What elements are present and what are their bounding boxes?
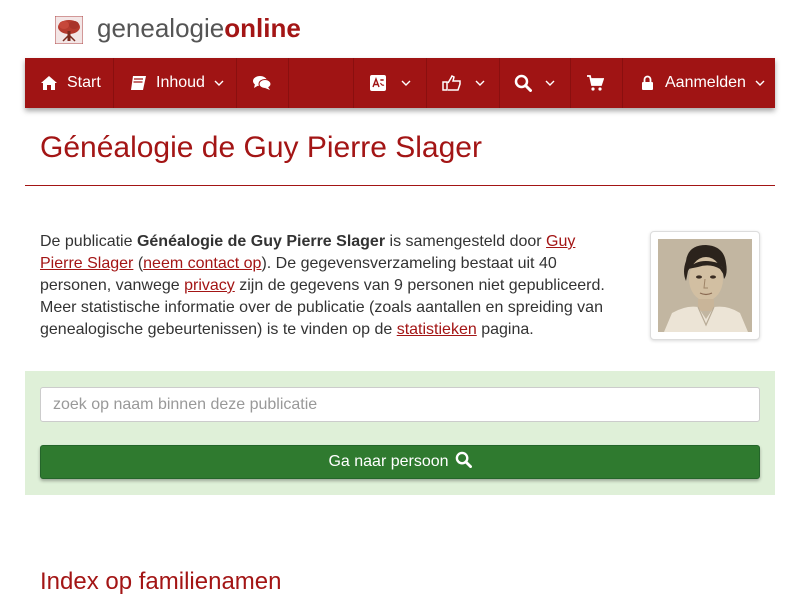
surname-index-heading: Index op familienamen [40,568,282,595]
nav-start[interactable]: Start [40,58,101,108]
nav-divider [288,58,289,108]
nav-recommend[interactable] [442,58,485,108]
logo-text-part2: online [224,13,301,43]
home-icon [40,75,58,91]
cart-icon [586,75,604,91]
site-logo-link[interactable]: genealogieonline [97,12,301,44]
nav-inhoud[interactable]: Inhoud [130,58,224,108]
intro-text: pagina. [476,321,534,338]
publication-name: Généalogie de Guy Pierre Slager [136,233,386,250]
nav-divider [499,58,500,108]
nav-inhoud-label: Inhoud [156,74,205,91]
nav-login-label: Aanmelden [665,74,746,91]
chevron-down-icon [475,80,485,86]
author-photo[interactable] [650,231,760,340]
person-search-panel: Ga naar persoon [25,371,775,495]
go-to-person-label: Ga naar persoon [328,453,449,470]
nav-divider [236,58,237,108]
publication-intro: De publicatie Généalogie de Guy Pierre S… [40,231,620,341]
title-divider [25,185,775,186]
nav-language[interactable] [369,58,411,108]
chevron-down-icon [401,80,411,86]
book-icon [130,75,147,91]
go-to-person-button[interactable]: Ga naar persoon [40,445,760,479]
site-header: genealogieonline [0,0,800,58]
intro-text: is samengesteld door [385,233,547,250]
logo-text-part1: genealogie [97,13,225,43]
nav-start-label: Start [67,74,101,91]
search-icon [449,451,472,473]
lock-icon [641,75,654,91]
intro-text: ( [133,255,144,272]
nav-divider [113,58,114,108]
search-icon [514,74,532,92]
nav-forum[interactable] [252,58,272,108]
chevron-down-icon [755,80,765,86]
language-icon [369,74,387,92]
intro-text: De publicatie [40,233,137,250]
nav-divider [426,58,427,108]
main-navbar: Start Inhoud Aanmelden [25,58,775,108]
nav-login[interactable]: Aanmelden [641,58,765,108]
nav-divider [622,58,623,108]
nav-search[interactable] [514,58,555,108]
chevron-down-icon [214,80,224,86]
privacy-link[interactable]: privacy [184,277,235,294]
thumbs-up-icon [442,75,462,91]
statistics-link[interactable]: statistieken [397,321,477,338]
person-search-input[interactable] [40,387,760,422]
comments-icon [252,75,272,91]
contact-link[interactable]: neem contact op [143,255,261,272]
tree-icon[interactable] [54,15,84,45]
nav-divider [353,58,354,108]
nav-divider [570,58,571,108]
page-title: Généalogie de Guy Pierre Slager [40,131,482,164]
nav-cart[interactable] [586,58,604,108]
chevron-down-icon [545,80,555,86]
